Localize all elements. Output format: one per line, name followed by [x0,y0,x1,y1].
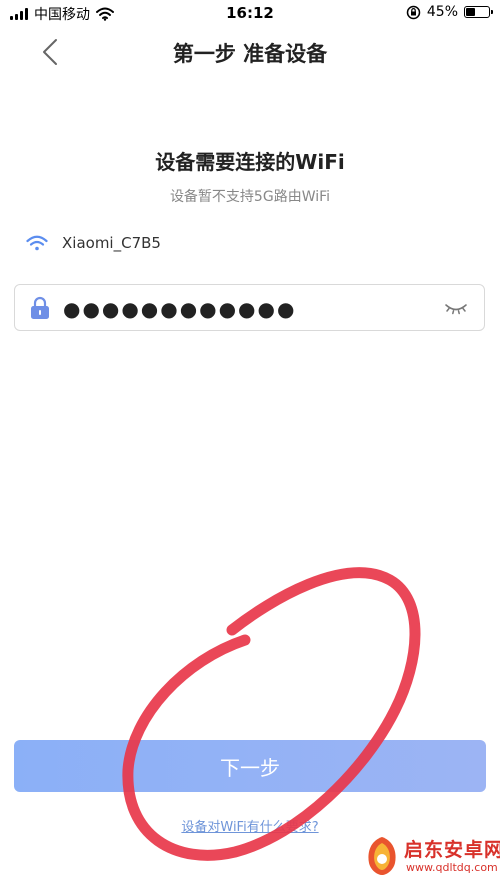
orientation-lock-icon [406,5,421,19]
page-title: 第一步 准备设备 [172,42,328,66]
password-field[interactable] [14,284,485,331]
watermark-url: www.qdltdq.com [406,861,498,874]
wifi-network-row: Xiaomi_C7B5 [26,234,161,252]
section-heading: 设备需要连接的WiFi [155,150,345,174]
battery-fill [466,8,475,16]
nav-bar: 第一步 准备设备 [0,30,500,74]
status-bar: 中国移动 16:12 45% [0,0,500,26]
screen: 中国移动 16:12 45% 第一步 准备设备 设备需要连接的WiFi 设备暂不… [0,0,500,889]
password-input[interactable] [61,293,435,325]
battery-percent: 45% [426,4,458,20]
watermark-text: 启东安卓网 [404,839,500,861]
watermark-logo-icon [368,837,396,875]
battery-icon [464,6,493,18]
eye-closed-icon[interactable] [444,299,468,317]
wifi-icon [26,235,48,251]
next-step-button[interactable]: 下一步 [14,740,486,792]
lock-icon [31,296,49,319]
status-bar-right: 45% [406,4,493,20]
wifi-name: Xiaomi_C7B5 [62,234,161,252]
watermark: 启东安卓网 www.qdltdq.com [364,833,500,883]
section-subheading: 设备暂不支持5G路由WiFi [169,189,331,205]
